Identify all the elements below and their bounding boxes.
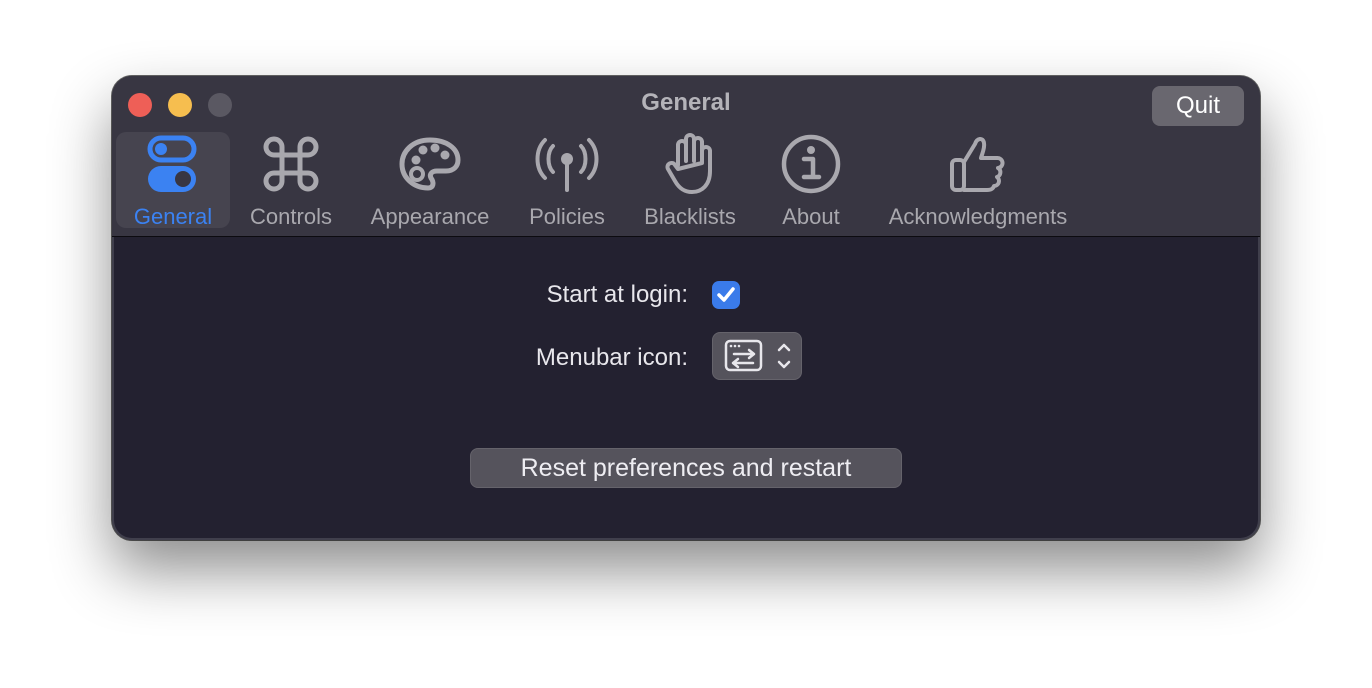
tab-policies[interactable]: Policies (516, 132, 618, 229)
switch-windows-icon (724, 339, 763, 372)
general-pane: Start at login: Menubar icon: Reset pref… (112, 237, 1260, 540)
tab-label: Blacklists (644, 204, 736, 229)
checkmark-icon (717, 287, 735, 302)
preferences-window: General Quit General Controls Appearance… (112, 76, 1260, 540)
tab-label: Policies (529, 204, 605, 229)
tab-label: Appearance (370, 204, 490, 229)
palette-icon (398, 132, 462, 196)
tab-controls[interactable]: Controls (236, 132, 346, 229)
info-icon (779, 132, 843, 196)
command-icon (259, 132, 323, 196)
start-at-login-label: Start at login: (546, 281, 688, 308)
tab-label: About (782, 204, 840, 229)
tab-label: Controls (250, 204, 332, 229)
reset-preferences-button[interactable]: Reset preferences and restart (470, 448, 902, 488)
menubar-icon-label: Menubar icon: (535, 344, 688, 371)
tab-general[interactable]: General (116, 132, 230, 229)
titlebar: General Quit General Controls Appearance… (112, 76, 1260, 237)
tab-acknowledgments[interactable]: Acknowledgments (876, 132, 1080, 229)
tab-blacklists[interactable]: Blacklists (634, 132, 746, 229)
thumbs-up-icon (946, 132, 1010, 196)
tab-about[interactable]: About (764, 132, 858, 229)
start-at-login-checkbox[interactable] (712, 281, 740, 309)
menubar-icon-popup[interactable] (712, 332, 802, 380)
antenna-icon (535, 132, 599, 196)
window-title: General (641, 89, 731, 116)
toggles-icon (141, 132, 205, 196)
tab-appearance[interactable]: Appearance (362, 132, 498, 229)
tab-label: General (133, 204, 213, 229)
tab-label: Acknowledgments (888, 204, 1068, 229)
quit-button[interactable]: Quit (1152, 86, 1244, 126)
updown-chevron-icon (777, 343, 791, 369)
hand-icon (658, 132, 722, 196)
